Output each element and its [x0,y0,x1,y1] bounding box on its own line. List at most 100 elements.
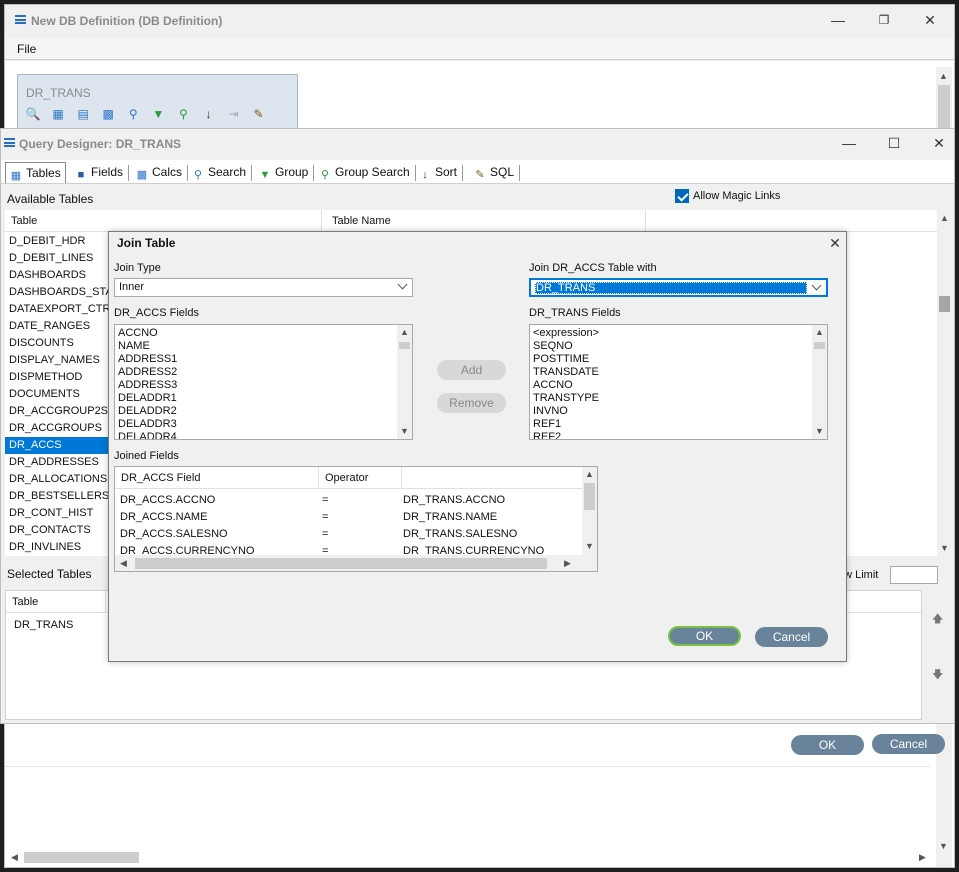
move-up-icon[interactable]: 🡅 [932,610,943,629]
list-item[interactable]: REF2 [530,431,812,439]
scroll-up-icon[interactable]: ▲ [585,469,594,479]
list-item[interactable]: POSTTIME [530,353,812,366]
list-item[interactable]: DELADDR4 [115,431,397,439]
chevron-down-icon[interactable] [397,281,409,293]
scroll-thumb[interactable] [584,483,595,510]
table-row[interactable]: DR_INVLINES [5,539,109,556]
sort-icon[interactable]: ↓ [199,105,217,123]
scroll-up-icon[interactable]: ▲ [400,327,409,337]
scroll-thumb[interactable] [939,296,950,312]
outer-ok-button[interactable]: OK [791,735,864,755]
outer-horizontal-scrollbar[interactable]: ◀ ▶ [5,849,935,865]
tab-group[interactable]: ▼ Group [255,162,315,183]
scroll-down-icon[interactable]: ▼ [940,543,949,553]
tables-vertical-scrollbar[interactable]: ▲ ▼ [937,210,952,556]
list-item[interactable]: DELADDR3 [115,418,397,431]
list-item[interactable]: ACCNO [115,327,397,340]
scroll-down-icon[interactable]: ▼ [939,841,948,851]
calculator-icon[interactable]: ▩ [99,105,117,123]
tab-fields[interactable]: ■ Fields [71,162,130,183]
sql-icon[interactable]: ✎ [250,105,268,123]
preview-icon[interactable]: 🔍 [24,105,42,123]
table-row[interactable]: DR_ADDRESSES [5,454,109,471]
join-with-select[interactable]: DR_TRANS [529,278,828,297]
column-header-table-name[interactable]: Table Name [326,210,646,232]
list-item[interactable]: SEQNO [530,340,812,353]
close-icon[interactable]: ✕ [825,233,845,253]
table-row[interactable]: DOCUMENTS [5,386,109,403]
tab-group-search[interactable]: ⚲ Group Search [315,162,416,183]
form-icon[interactable]: ▤ [74,105,92,123]
filter-icon[interactable]: ▼ [149,105,167,123]
scroll-left-icon[interactable]: ◀ [11,852,18,863]
allow-magic-links-checkbox[interactable] [675,189,689,203]
table-row[interactable]: DR_ACCGROUP2S [5,403,109,420]
table-row[interactable]: DR_ALLOCATIONS [5,471,109,488]
table-row[interactable]: DATAEXPORT_CTRL [5,301,109,318]
table-row[interactable]: DISCOUNTS [5,335,109,352]
restore-icon[interactable]: ❐ [874,10,894,30]
list-item[interactable]: TRANSTYPE [530,392,812,405]
remove-button[interactable]: Remove [437,393,506,413]
scroll-up-icon[interactable]: ▲ [939,71,948,81]
list-item[interactable]: DELADDR1 [115,392,397,405]
scroll-down-icon[interactable]: ▼ [585,541,594,551]
table-row[interactable]: DR_ACCS [5,437,109,454]
search-icon[interactable]: ⚲ [124,105,142,123]
table-row[interactable]: DR_ACCGROUPS [5,420,109,437]
table-row[interactable]: D_DEBIT_LINES [5,250,109,267]
column-header-accs-field[interactable]: DR_ACCS Field [115,467,319,489]
join-type-select[interactable]: Inner [114,278,413,297]
scroll-down-icon[interactable]: ▼ [815,426,824,436]
chevron-down-icon[interactable] [811,282,823,294]
table-row[interactable]: DR_ACCS.NAME = DR_TRANS.NAME [115,509,582,526]
column-header-table[interactable]: Table [6,591,106,613]
scroll-up-icon[interactable]: ▲ [815,327,824,337]
table-row[interactable]: DASHBOARDS [5,267,109,284]
list-item[interactable]: INVNO [530,405,812,418]
column-header-operator[interactable]: Operator [319,467,402,489]
scroll-up-icon[interactable]: ▲ [940,213,949,223]
add-button[interactable]: Add [437,360,506,380]
group-search-icon[interactable]: ⚲ [174,105,192,123]
list-item[interactable]: <expression> [530,327,812,340]
table-row[interactable]: DR_CONT_HIST [5,505,109,522]
cancel-button[interactable]: Cancel [755,627,828,647]
right-fields-scrollbar[interactable]: ▲ ▼ [812,325,827,439]
tab-search[interactable]: ⚲ Search [188,162,253,183]
list-item[interactable]: ADDRESS2 [115,366,397,379]
list-item[interactable]: ACCNO [530,379,812,392]
left-fields-scrollbar[interactable]: ▲ ▼ [397,325,412,439]
scroll-thumb[interactable] [814,342,825,349]
table-row[interactable]: DR_ACCS.SALESNO = DR_TRANS.SALESNO [115,526,582,543]
table-row[interactable]: DATE_RANGES [5,318,109,335]
minimize-icon[interactable]: — [828,10,848,30]
close-icon[interactable]: ✕ [920,10,940,30]
row-limit-input[interactable] [890,566,938,584]
tab-calcs[interactable]: ▩ Calcs [132,162,189,183]
minimize-icon[interactable]: — [839,133,859,153]
table-row[interactable]: DR_TRANS [10,617,77,634]
menu-file[interactable]: File [17,42,36,56]
tab-sort[interactable]: ↓ Sort [415,162,464,183]
outer-cancel-button[interactable]: Cancel [872,734,945,754]
tab-tables[interactable]: ▦ Tables [5,162,66,183]
table-row[interactable]: DISPMETHOD [5,369,109,386]
list-item[interactable]: REF1 [530,418,812,431]
table-row[interactable]: DR_CONTACTS [5,522,109,539]
column-header-table[interactable]: Table [5,210,322,232]
scroll-down-icon[interactable]: ▼ [400,426,409,436]
list-item[interactable]: NAME [115,340,397,353]
table-row[interactable]: DISPLAY_NAMES [5,352,109,369]
joined-vertical-scrollbar[interactable]: ▲ ▼ [582,467,597,555]
h-scroll-thumb[interactable] [135,558,547,569]
joined-horizontal-scrollbar[interactable]: ◀ ▶ [115,555,597,571]
move-down-icon[interactable]: 🡇 [932,666,943,685]
close-icon[interactable]: ✕ [929,133,949,153]
link-icon[interactable]: ⇥ [225,105,243,123]
list-item[interactable]: DELADDR2 [115,405,397,418]
grid-icon[interactable]: ▦ [49,105,67,123]
h-scroll-thumb[interactable] [24,852,139,863]
scroll-thumb[interactable] [399,342,410,349]
ok-button[interactable]: OK [668,626,741,646]
